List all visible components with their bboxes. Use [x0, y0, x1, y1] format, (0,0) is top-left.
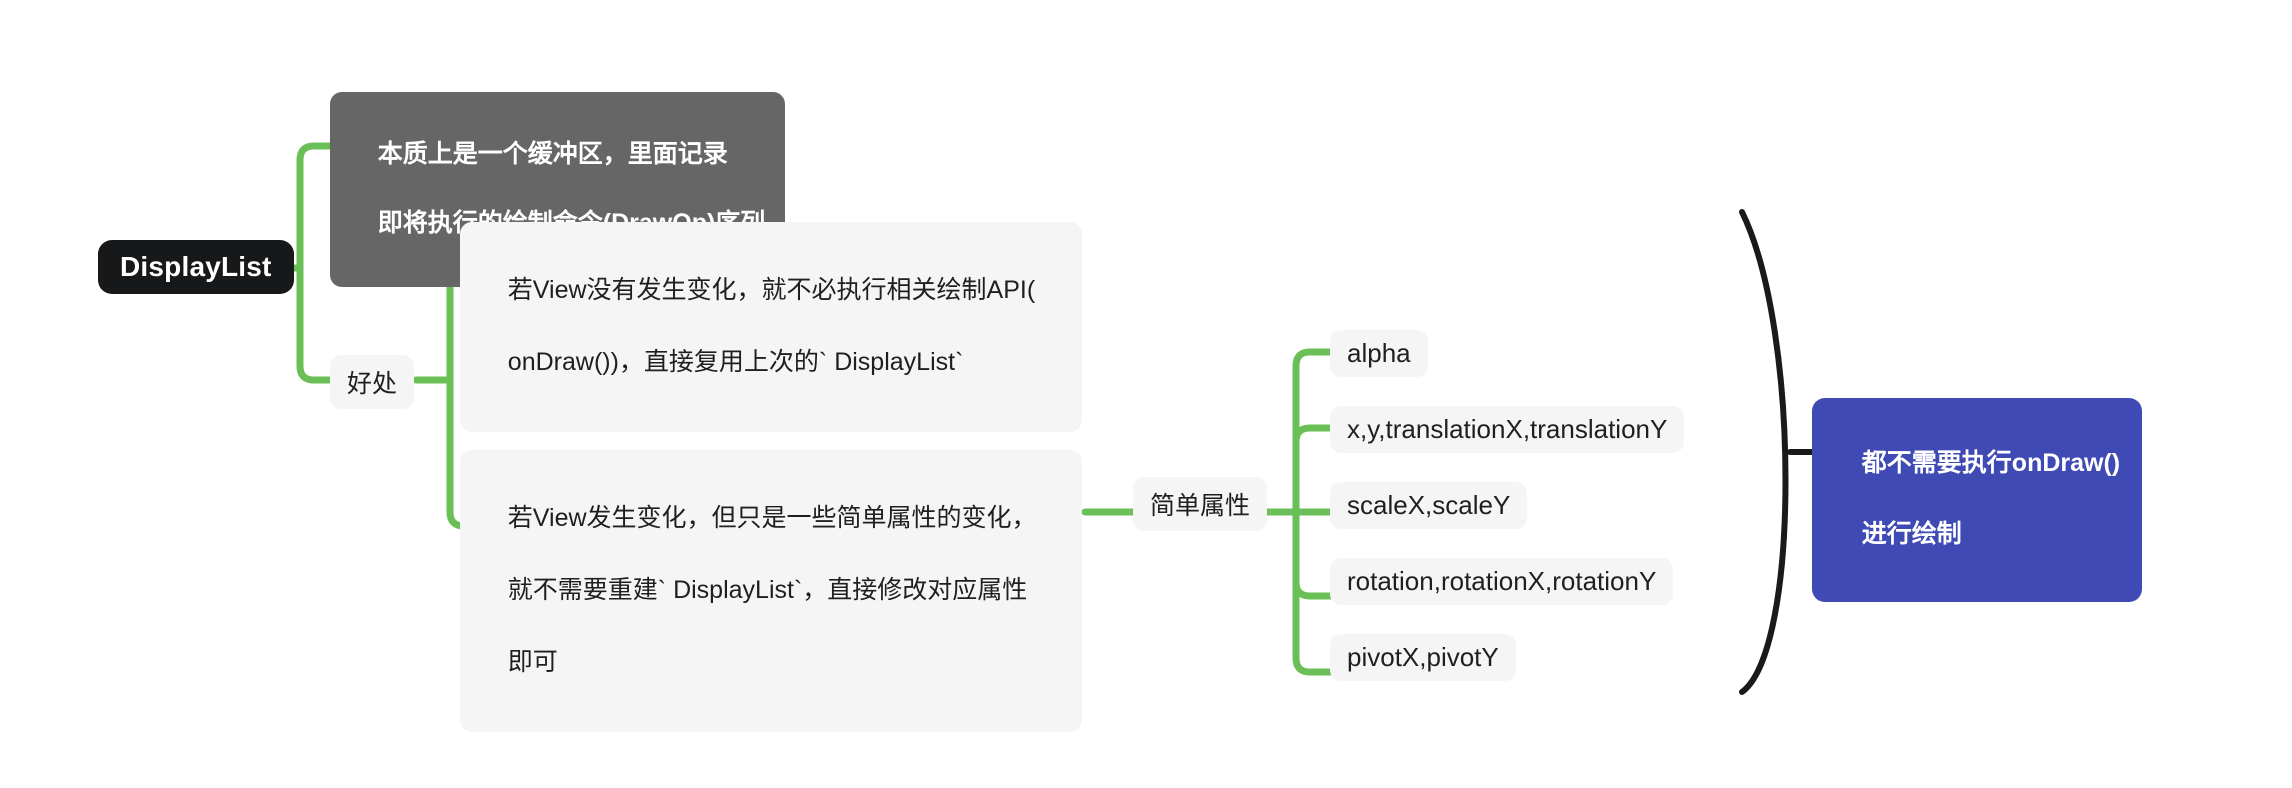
connector-root-to-definition	[296, 142, 334, 272]
benefit-2-line-3: 即可	[507, 648, 558, 676]
definition-line-1: 本质上是一个缓冲区，里面记录	[377, 139, 728, 168]
connector-prop-1	[1292, 424, 1334, 516]
property-node-pivot[interactable]: pivotX,pivotY	[1330, 634, 1516, 681]
connector-prop-3	[1292, 508, 1334, 600]
property-node-translation[interactable]: x,y,translationX,translationY	[1330, 406, 1685, 453]
mindmap-canvas: DisplayList 本质上是一个缓冲区，里面记录 即将执行的绘制命令(Dra…	[0, 0, 2292, 788]
root-node-displaylist[interactable]: DisplayList	[98, 240, 294, 294]
benefit-node-2[interactable]: 若View发生变化，但只是一些简单属性的变化， 就不需要重建` DisplayL…	[460, 450, 1082, 732]
conclusion-line-1: 都不需要执行onDraw()	[1861, 448, 2121, 477]
benefit-1-line-2: onDraw())，直接复用上次的` DisplayList`	[507, 348, 964, 376]
branch-node-simple-properties[interactable]: 简单属性	[1133, 477, 1268, 531]
grouping-brace-icon	[1739, 209, 1789, 695]
benefit-2-line-1: 若View发生变化，但只是一些简单属性的变化，	[507, 504, 1037, 532]
property-node-scale[interactable]: scaleX,scaleY	[1330, 482, 1528, 529]
connector-prop-4	[1292, 508, 1334, 676]
benefit-node-1[interactable]: 若View没有发生变化，就不必执行相关绘制API( onDraw())，直接复用…	[460, 222, 1082, 432]
conclusion-node[interactable]: 都不需要执行onDraw() 进行绘制	[1812, 398, 2143, 602]
branch-node-benefits[interactable]: 好处	[330, 355, 415, 409]
benefit-2-line-2: 就不需要重建` DisplayList`，直接修改对应属性	[507, 576, 1028, 604]
benefit-1-line-1: 若View没有发生变化，就不必执行相关绘制API(	[507, 276, 1036, 304]
connector-root-to-benefits	[296, 264, 334, 384]
property-node-rotation[interactable]: rotation,rotationX,rotationY	[1330, 558, 1674, 605]
connector-prop-0	[1292, 348, 1334, 516]
conclusion-line-2: 进行绘制	[1861, 519, 1962, 548]
property-node-alpha[interactable]: alpha	[1330, 330, 1428, 377]
